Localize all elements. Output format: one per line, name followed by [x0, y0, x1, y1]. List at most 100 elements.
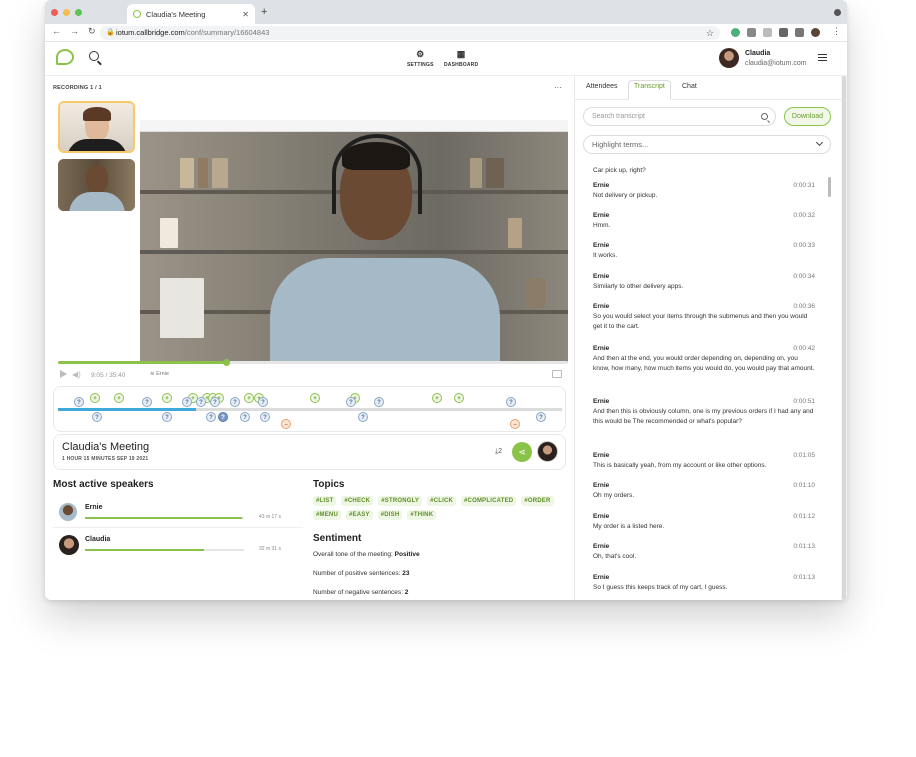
hamburger-menu-icon[interactable]	[818, 54, 827, 61]
transcript-timestamp[interactable]: 0:01:05	[793, 452, 815, 459]
forward-arrow-icon[interactable]: →	[70, 26, 79, 37]
topic-tag[interactable]: #MENU	[313, 510, 342, 520]
positive-marker[interactable]: +	[432, 393, 442, 403]
topic-tag[interactable]: #CHECK	[341, 496, 374, 506]
download-button[interactable]: Download	[784, 107, 831, 126]
question-marker[interactable]: ?	[218, 412, 228, 422]
search-icon[interactable]	[89, 51, 99, 61]
browser-tab[interactable]: Claudia's Meeting ✕	[127, 4, 255, 24]
transcript-timestamp[interactable]: 0:00:32	[793, 212, 815, 219]
question-marker[interactable]: ?	[74, 397, 84, 407]
question-marker[interactable]: ?	[230, 397, 240, 407]
transcript-entry[interactable]: Ernie 0:00:34 Similarly to other delivery …	[593, 273, 815, 292]
transcript-entry[interactable]: Ernie 0:01:10 Oh my orders.	[593, 482, 815, 501]
question-marker[interactable]: ?	[346, 397, 356, 407]
negative-marker[interactable]: –	[510, 419, 520, 429]
user-avatar[interactable]	[719, 48, 739, 68]
browser-profile-icon[interactable]	[834, 9, 841, 16]
question-marker[interactable]: ?	[142, 397, 152, 407]
back-arrow-icon[interactable]: ←	[52, 26, 61, 37]
transcript-entry[interactable]: Ernie 0:00:51 And then this is obviously c…	[593, 398, 815, 427]
kebab-menu-icon[interactable]: ⋮	[832, 26, 841, 37]
extension-grey-icon[interactable]	[763, 28, 772, 37]
transcript-list[interactable]: Car pick up, right? Ernie 0:00:31 Not deli…	[583, 160, 823, 600]
settings-button[interactable]: ⚙ SETTINGS	[407, 49, 434, 68]
dashboard-button[interactable]: ▦ DASHBOARD	[444, 49, 478, 68]
video-player[interactable]	[140, 120, 568, 362]
topic-tag[interactable]: #ORDER	[521, 496, 554, 506]
question-marker[interactable]: ?	[258, 397, 268, 407]
transcript-entry[interactable]: Ernie 0:00:33 It works.	[593, 242, 815, 261]
maximize-window-button[interactable]	[75, 9, 82, 16]
transcript-scrollbar[interactable]	[828, 177, 831, 197]
tab-attendees[interactable]: Attendees	[581, 81, 623, 92]
transcript-timestamp[interactable]: 0:01:12	[793, 513, 815, 520]
question-marker[interactable]: ?	[206, 412, 216, 422]
playback-handle[interactable]	[223, 359, 231, 366]
sentiment-timeline[interactable]: +++++++++++++??????????????????––	[53, 386, 566, 432]
transcript-entry[interactable]: Ernie 0:00:36 So you would select your ite…	[593, 303, 815, 332]
transcript-timestamp[interactable]: 0:00:33	[793, 242, 815, 249]
tab-chat[interactable]: Chat	[677, 81, 702, 92]
positive-marker[interactable]: +	[310, 393, 320, 403]
transcript-timestamp[interactable]: 0:01:13	[793, 543, 815, 550]
question-marker[interactable]: ?	[182, 397, 192, 407]
question-marker[interactable]: ?	[374, 397, 384, 407]
host-avatar[interactable]	[537, 441, 558, 462]
participant-thumbnail-ernie[interactable]	[58, 159, 135, 211]
question-marker[interactable]: ?	[506, 397, 516, 407]
transcript-search-input[interactable]: Search transcript	[583, 107, 776, 126]
transcript-timestamp[interactable]: 0:01:10	[793, 482, 815, 489]
transcript-timestamp[interactable]: 0:00:42	[793, 345, 815, 352]
positive-marker[interactable]: +	[114, 393, 124, 403]
question-marker[interactable]: ?	[536, 412, 546, 422]
positive-marker[interactable]: +	[90, 393, 100, 403]
extension-puzzle-icon[interactable]	[779, 28, 788, 37]
tab-transcript[interactable]: Transcript	[628, 80, 671, 100]
transcript-entry[interactable]: Ernie 0:00:31 Not delivery or pickup.	[593, 182, 815, 201]
positive-marker[interactable]: +	[244, 393, 254, 403]
positive-marker[interactable]: +	[162, 393, 172, 403]
fullscreen-icon[interactable]	[552, 370, 562, 378]
transcript-timestamp[interactable]: 0:00:36	[793, 303, 815, 310]
recording-more-icon[interactable]: ···	[554, 83, 562, 92]
question-marker[interactable]: ?	[196, 397, 206, 407]
topic-tag[interactable]: #THINK	[407, 510, 437, 520]
bookmark-star-icon[interactable]: ☆	[706, 26, 714, 40]
tab-close-icon[interactable]: ✕	[242, 10, 249, 19]
transcript-entry[interactable]: Ernie 0:01:12 My order is a listed here.	[593, 513, 815, 532]
topic-tag[interactable]: #LIST	[313, 496, 337, 506]
topic-tag[interactable]: #EASY	[346, 510, 373, 520]
transcript-entry[interactable]: Ernie 0:00:42 And then at the end, you wou…	[593, 345, 815, 374]
question-marker[interactable]: ?	[92, 412, 102, 422]
minimize-window-button[interactable]	[63, 9, 70, 16]
transcript-timestamp[interactable]: 0:00:34	[793, 273, 815, 280]
transcript-timestamp[interactable]: 0:00:31	[793, 182, 815, 189]
question-marker[interactable]: ?	[240, 412, 250, 422]
transcript-timestamp[interactable]: 0:00:51	[793, 398, 815, 405]
participant-thumbnail-claudia[interactable]	[58, 101, 135, 153]
transcript-entry[interactable]: Ernie 0:01:13 Oh, that's cool.	[593, 543, 815, 562]
negative-marker[interactable]: –	[281, 419, 291, 429]
playback-progress[interactable]	[58, 359, 568, 366]
close-window-button[interactable]	[51, 9, 58, 16]
reading-list-icon[interactable]	[795, 28, 804, 37]
search-icon[interactable]	[761, 113, 768, 120]
download-count[interactable]: ⤓2	[495, 448, 502, 456]
profile-avatar-icon[interactable]	[811, 28, 820, 37]
question-marker[interactable]: ?	[210, 397, 220, 407]
question-marker[interactable]: ?	[260, 412, 270, 422]
topic-tag[interactable]: #STRONGLY	[378, 496, 423, 506]
topic-tag[interactable]: #DISH	[377, 510, 403, 520]
volume-icon[interactable]: ◀)	[72, 370, 81, 379]
transcript-timestamp[interactable]: 0:01:13	[793, 574, 815, 581]
question-marker[interactable]: ?	[162, 412, 172, 422]
url-field[interactable]: 🔒 iotum.callbridge.com/conf/summary/1660…	[100, 26, 720, 40]
transcript-entry[interactable]: Ernie 0:01:13 So I guess this keeps track …	[593, 574, 815, 593]
extension-green-icon[interactable]	[731, 28, 740, 37]
transcript-entry[interactable]: Ernie 0:01:05 This is basically yeah, from…	[593, 452, 815, 471]
page-scrollbar[interactable]	[841, 76, 847, 600]
positive-marker[interactable]: +	[454, 393, 464, 403]
extension-camera-icon[interactable]	[747, 28, 756, 37]
transcript-entry[interactable]: Ernie 0:00:32 Hmm.	[593, 212, 815, 231]
